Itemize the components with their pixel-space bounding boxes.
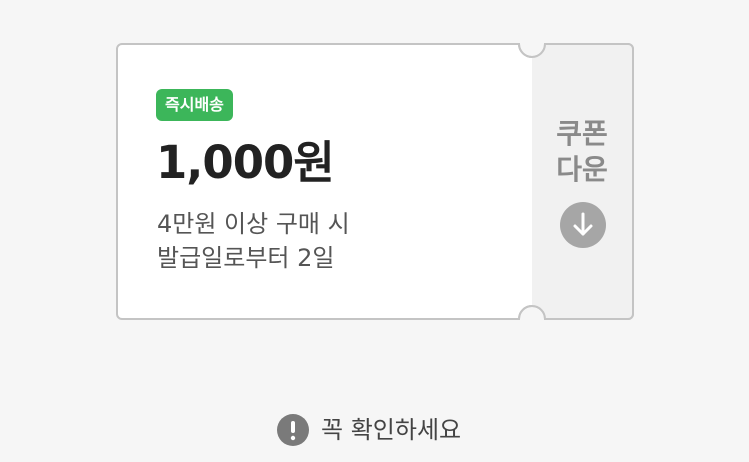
notice-text: 꼭 확인하세요 [321,416,462,444]
coupon-condition-min-purchase: 4만원 이상 구매 시 [157,210,350,238]
coupon-amount: 1,000원 [156,136,335,189]
coupon-page: 즉시배송 1,000원 4만원 이상 구매 시 발급일로부터 2일 쿠폰 다운 … [0,0,749,462]
coupon-download-button[interactable]: 쿠폰 다운 [532,52,632,310]
exclamation-circle-icon [277,414,309,446]
download-label-line1: 쿠폰 [556,117,608,150]
download-label-line2: 다운 [556,153,608,186]
coupon-condition-validity: 발급일로부터 2일 [157,244,335,272]
instant-delivery-badge: 즉시배송 [156,89,233,121]
arrow-down-circle-icon [560,202,606,248]
notice-link[interactable]: 꼭 확인하세요 [277,412,461,448]
badge-label: 즉시배송 [165,95,224,114]
